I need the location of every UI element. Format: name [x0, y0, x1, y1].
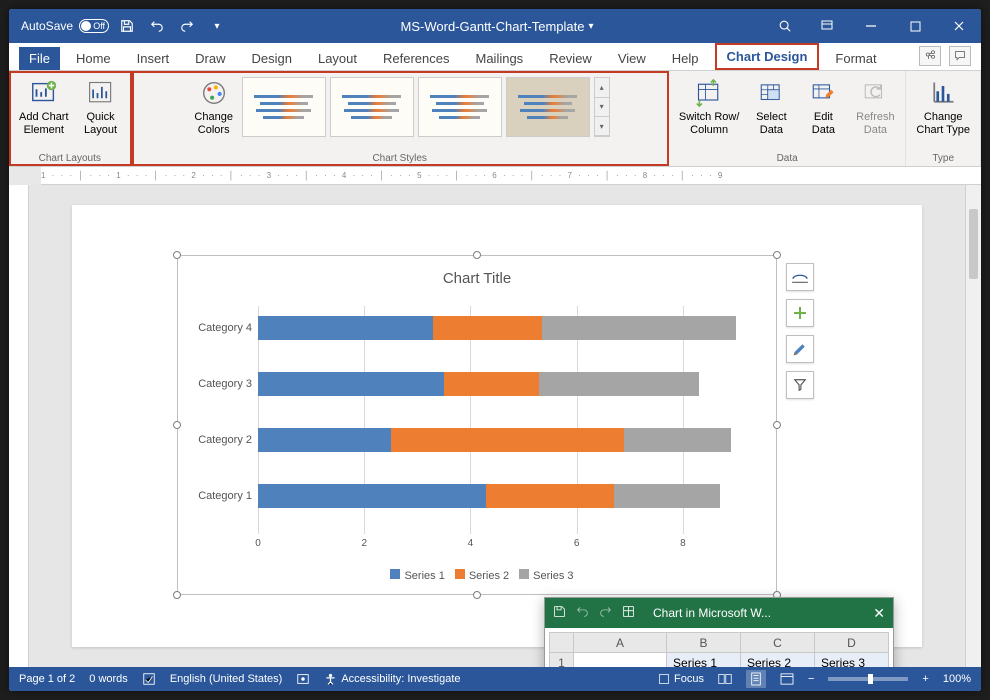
group-data: Switch Row/ Column Select Data Edit Data…: [669, 71, 907, 166]
statusbar: Page 1 of 2 0 words English (United Stat…: [9, 667, 981, 691]
share-icon[interactable]: [919, 46, 941, 66]
change-colors-button[interactable]: Change Colors: [190, 75, 238, 139]
tab-insert[interactable]: Insert: [127, 47, 180, 70]
datasheet-grid-icon[interactable]: [622, 605, 635, 621]
refresh-data-icon: [859, 77, 891, 109]
switch-row-column-button[interactable]: Switch Row/ Column: [675, 75, 744, 139]
print-layout-icon[interactable]: [746, 670, 766, 688]
tab-help[interactable]: Help: [662, 47, 709, 70]
tab-review[interactable]: Review: [539, 47, 602, 70]
group-label-chart-layouts: Chart Layouts: [39, 153, 101, 164]
app-window: AutoSave Off ▾ MS-Word-Gantt-Chart-Templ…: [9, 9, 981, 691]
switch-row-column-icon: [693, 77, 725, 109]
chart-filters-icon[interactable]: [786, 371, 814, 399]
redo-icon[interactable]: [175, 14, 199, 38]
quick-layout-icon: [85, 77, 117, 109]
zoom-out-button[interactable]: −: [808, 673, 814, 685]
group-chart-styles: Change Colors ▴▾▾ Chart Styles: [132, 71, 669, 166]
tab-view[interactable]: View: [608, 47, 656, 70]
tab-format[interactable]: Format: [825, 47, 886, 70]
web-layout-icon[interactable]: [780, 673, 794, 685]
ribbon-display-icon[interactable]: [805, 9, 849, 43]
ruler-vertical: [9, 185, 29, 667]
tab-layout[interactable]: Layout: [308, 47, 367, 70]
edit-data-icon: [807, 77, 839, 109]
page-indicator[interactable]: Page 1 of 2: [19, 673, 75, 685]
edit-data-button[interactable]: Edit Data: [799, 75, 847, 139]
chart-styles-icon[interactable]: [786, 335, 814, 363]
chart-style-3[interactable]: [418, 77, 502, 137]
select-data-button[interactable]: Select Data: [747, 75, 795, 139]
chart-legend[interactable]: Series 1Series 2Series 3: [178, 569, 776, 582]
zoom-slider[interactable]: [828, 677, 908, 681]
change-chart-type-button[interactable]: Change Chart Type: [912, 75, 974, 139]
save-icon[interactable]: [115, 14, 139, 38]
tab-references[interactable]: References: [373, 47, 459, 70]
tab-draw[interactable]: Draw: [185, 47, 235, 70]
add-chart-element-icon: [28, 77, 60, 109]
tab-mailings[interactable]: Mailings: [466, 47, 534, 70]
chart-plot-area[interactable]: Category 4Category 3Category 2Category 1: [258, 306, 736, 534]
datasheet-undo-icon[interactable]: [576, 605, 589, 621]
page: Chart Title Category 4Category 3Category…: [72, 205, 922, 647]
group-label-chart-styles: Chart Styles: [372, 153, 426, 164]
tab-file[interactable]: File: [19, 47, 60, 70]
chart-side-buttons: [786, 263, 814, 399]
tab-home[interactable]: Home: [66, 47, 121, 70]
search-icon[interactable]: [765, 14, 805, 38]
focus-mode-button[interactable]: Focus: [658, 673, 704, 685]
maximize-icon[interactable]: [893, 9, 937, 43]
chart-styles-gallery[interactable]: ▴▾▾: [242, 77, 610, 137]
change-colors-icon: [198, 77, 230, 109]
vertical-scrollbar[interactable]: [965, 185, 981, 667]
group-chart-layouts: Add Chart Element Quick Layout Chart Lay…: [9, 71, 132, 166]
zoom-level[interactable]: 100%: [943, 673, 971, 685]
ruler-horizontal: 1 · · · │ · · · 1 · · · │ · · · 2 · · · …: [9, 167, 981, 185]
accessibility-indicator[interactable]: Accessibility: Investigate: [324, 673, 460, 686]
chart-data-sheet[interactable]: Chart in Microsoft W... ✕ ABCD1Series 1S…: [544, 597, 894, 667]
document-area: Chart Title Category 4Category 3Category…: [9, 185, 981, 667]
spell-check-icon[interactable]: [142, 672, 156, 686]
language-indicator[interactable]: English (United States): [170, 673, 283, 685]
x-axis: 02468: [258, 538, 736, 554]
chart-style-4[interactable]: [506, 77, 590, 137]
ribbon: Add Chart Element Quick Layout Chart Lay…: [9, 71, 981, 167]
gallery-scroll[interactable]: ▴▾▾: [594, 77, 610, 137]
word-count[interactable]: 0 words: [89, 673, 128, 685]
chart-title[interactable]: Chart Title: [178, 270, 776, 287]
chart-style-2[interactable]: [330, 77, 414, 137]
select-data-icon: [755, 77, 787, 109]
comments-icon[interactable]: [949, 46, 971, 66]
group-label-data: Data: [777, 153, 798, 164]
read-mode-icon[interactable]: [718, 673, 732, 685]
qat-dropdown-icon[interactable]: ▾: [205, 14, 229, 38]
close-icon[interactable]: [937, 9, 981, 43]
macro-icon[interactable]: [296, 672, 310, 686]
datasheet-grid[interactable]: ABCD1Series 1Series 2Series 32Category 1…: [545, 628, 893, 667]
datasheet-redo-icon[interactable]: [599, 605, 612, 621]
datasheet-close-icon[interactable]: ✕: [873, 605, 885, 622]
quick-layout-button[interactable]: Quick Layout: [77, 75, 125, 139]
group-type: Change Chart Type Type: [906, 71, 981, 166]
change-chart-type-icon: [927, 77, 959, 109]
zoom-in-button[interactable]: +: [922, 673, 928, 685]
datasheet-title: Chart in Microsoft W...: [645, 606, 863, 620]
undo-icon[interactable]: [145, 14, 169, 38]
add-chart-element-button[interactable]: Add Chart Element: [15, 75, 73, 139]
tab-chart-design[interactable]: Chart Design: [715, 43, 820, 70]
chart-elements-icon[interactable]: [786, 299, 814, 327]
minimize-icon[interactable]: [849, 9, 893, 43]
group-label-type: Type: [932, 153, 954, 164]
datasheet-save-icon[interactable]: [553, 605, 566, 621]
refresh-data-button[interactable]: Refresh Data: [851, 75, 899, 139]
document-title: MS-Word-Gantt-Chart-Template▾: [229, 19, 765, 34]
titlebar: AutoSave Off ▾ MS-Word-Gantt-Chart-Templ…: [9, 9, 981, 43]
chart-style-1[interactable]: [242, 77, 326, 137]
tab-design[interactable]: Design: [242, 47, 302, 70]
ribbon-tabs: File Home Insert Draw Design Layout Refe…: [9, 43, 981, 71]
autosave-toggle[interactable]: AutoSave Off: [21, 19, 109, 33]
datasheet-titlebar: Chart in Microsoft W... ✕: [545, 598, 893, 628]
layout-options-icon[interactable]: [786, 263, 814, 291]
chart-object[interactable]: Chart Title Category 4Category 3Category…: [177, 255, 777, 595]
